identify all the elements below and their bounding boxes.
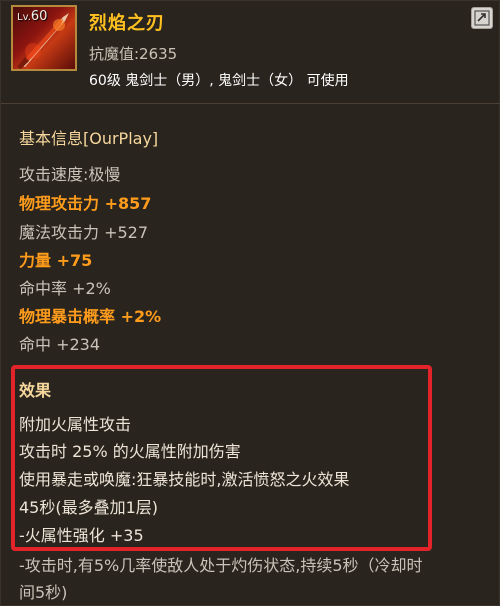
compare-button[interactable] — [471, 7, 493, 29]
effect-line: 附加火属性攻击 — [19, 415, 132, 434]
level-prefix: Lv. — [17, 12, 31, 23]
stat-hit: 命中 +234 — [19, 335, 101, 354]
burn-effect-line: 间5秒) — [19, 583, 68, 602]
effect-line: 使用暴走或唤魔:狂暴技能时,激活愤怒之火效果 — [19, 470, 350, 489]
level-value: 60 — [30, 9, 48, 24]
item-name: 烈焰之刃 — [89, 13, 165, 34]
effect-title: 效果 — [19, 381, 52, 400]
effect-line: 攻击时 25% 的火属性附加伤害 — [19, 442, 241, 461]
basic-info-title: 基本信息[OurPlay] — [19, 129, 159, 148]
usable-classes: 60级 鬼剑士（男）, 鬼剑士（女） 可使用 — [89, 73, 349, 89]
stat-physical-crit: 物理暴击概率 +2% — [19, 307, 162, 326]
stat-hit-rate: 命中率 +2% — [19, 279, 111, 298]
item-tooltip: Lv.60 烈焰之刃 抗魔值:2635 60级 鬼剑士（男）, 鬼剑士（女） 可… — [0, 0, 500, 606]
resist-value: 抗魔值:2635 — [89, 45, 178, 63]
stat-physical-attack: 物理攻击力 +857 — [19, 194, 152, 213]
compare-icon — [474, 10, 490, 26]
stat-magic-attack: 魔法攻击力 +527 — [19, 223, 149, 242]
header-divider — [1, 103, 500, 104]
stat-strength: 力量 +75 — [19, 251, 93, 270]
effect-line: 45秒(最多叠加1层) — [19, 498, 159, 517]
stat-attack-speed: 攻击速度:极慢 — [19, 165, 121, 184]
burn-effect-line: -攻击时,有5%几率使敌人处于灼伤状态,持续5秒（冷却时 — [19, 556, 423, 575]
level-badge: Lv.60 — [15, 9, 49, 27]
tooltip-header: Lv.60 烈焰之刃 抗魔值:2635 60级 鬼剑士（男）, 鬼剑士（女） 可… — [1, 1, 500, 97]
effect-line: -火属性强化 +35 — [19, 526, 144, 545]
